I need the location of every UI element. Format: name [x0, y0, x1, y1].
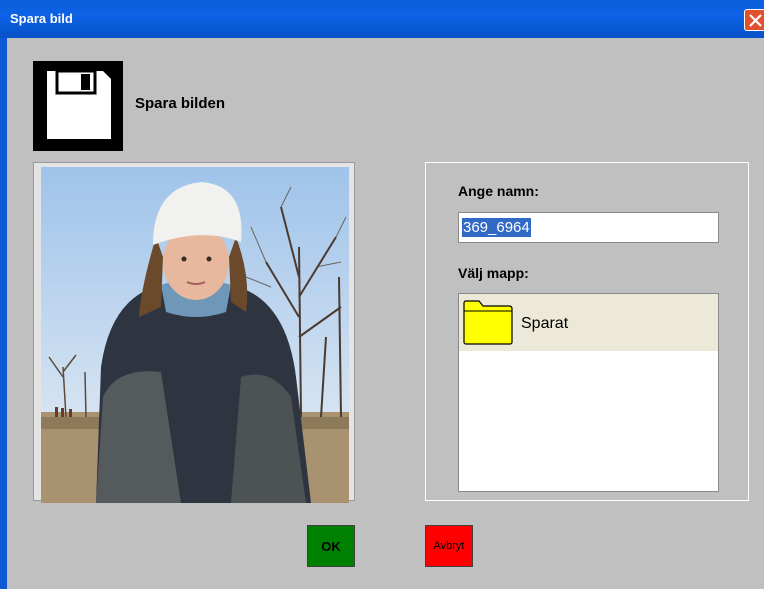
window-title: Spara bild: [10, 11, 73, 26]
folder-item-sparat[interactable]: Sparat: [459, 294, 718, 351]
floppy-disk-icon: [33, 61, 123, 151]
photo-preview-frame: [33, 162, 355, 503]
ok-button[interactable]: OK: [307, 525, 355, 567]
filename-input[interactable]: 369_6964: [458, 212, 719, 243]
filename-value: 369_6964: [462, 218, 531, 237]
folder-label: Välj mapp:: [458, 265, 529, 281]
photo-preview: [41, 167, 349, 503]
folder-item-label: Sparat: [521, 315, 569, 332]
save-options-panel: Ange namn: 369_6964 Välj mapp: Sparat: [425, 162, 749, 501]
close-icon: [749, 14, 762, 27]
save-image-dialog: Spara bild Spara bilden Ange namn: 369_6…: [0, 0, 764, 589]
cancel-button[interactable]: Avbryt: [425, 525, 473, 567]
folder-icon: [463, 300, 513, 345]
name-label: Ange namn:: [458, 183, 539, 199]
folder-list[interactable]: Sparat: [458, 293, 719, 492]
window-border: [0, 38, 7, 589]
close-button[interactable]: [744, 9, 764, 31]
dialog-heading: Spara bilden: [135, 95, 226, 112]
title-bar[interactable]: Spara bild: [0, 0, 764, 38]
